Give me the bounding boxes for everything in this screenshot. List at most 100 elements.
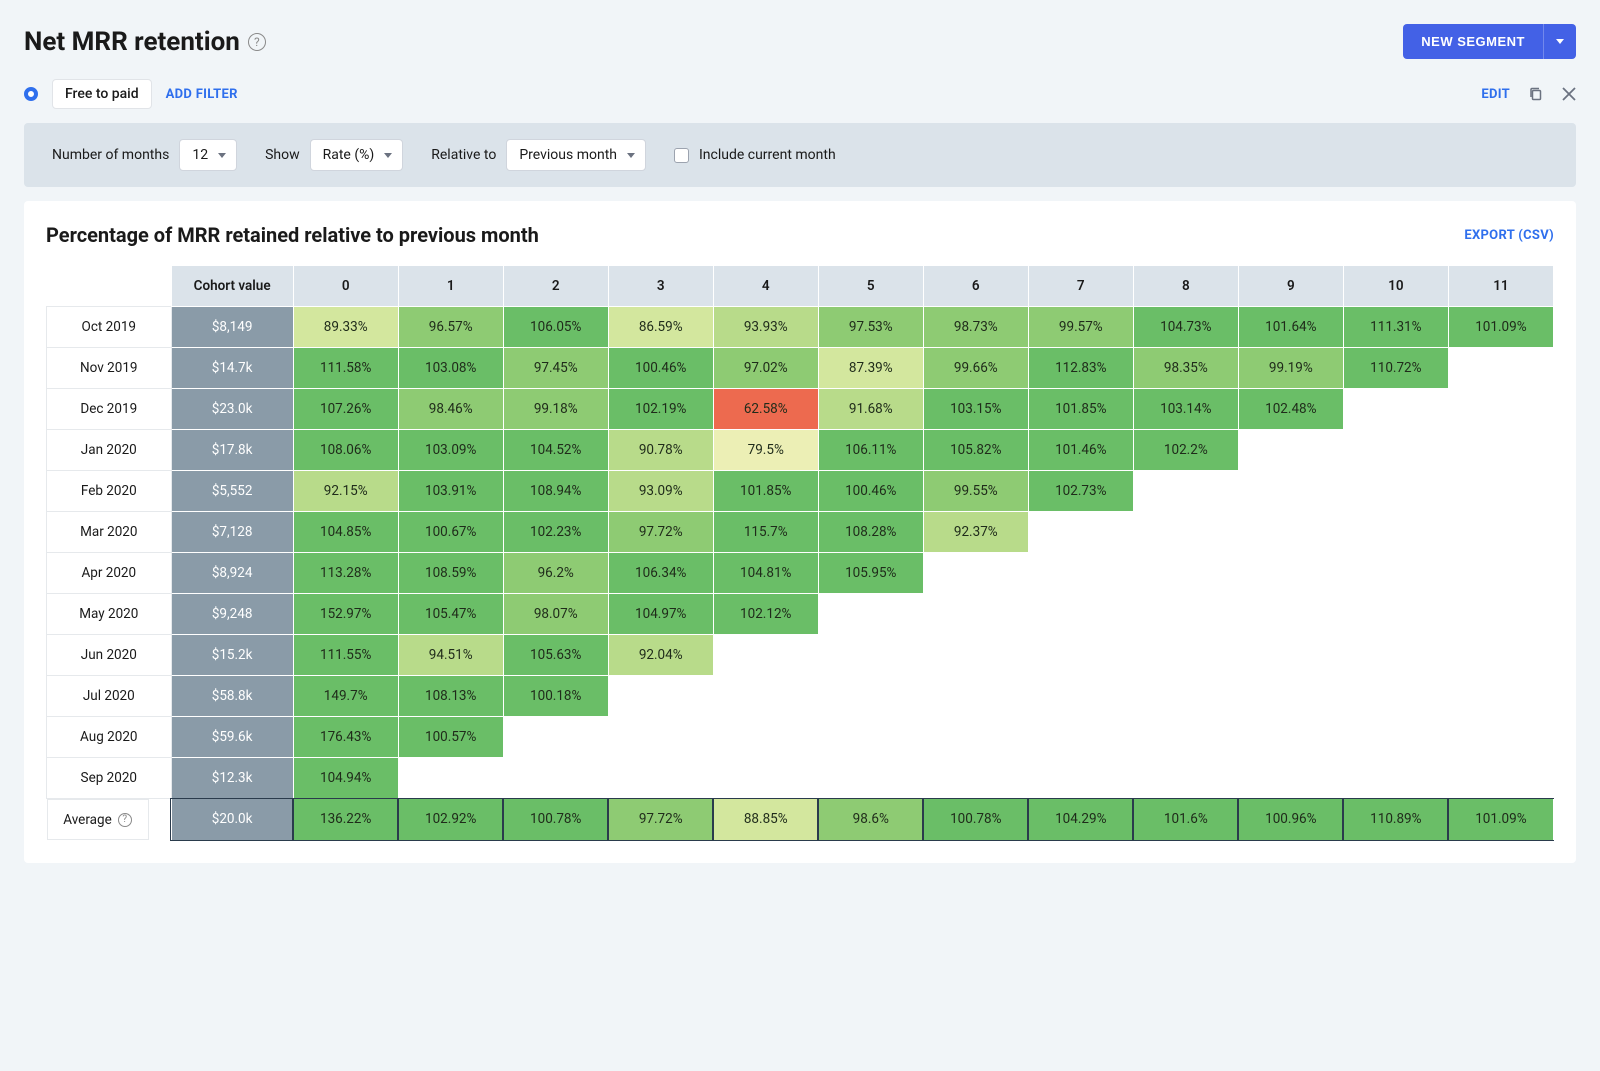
help-icon[interactable]: ? — [248, 33, 266, 51]
months-select[interactable]: 12 — [179, 139, 237, 171]
cohort-value-cell: $58.8k — [171, 676, 293, 717]
retention-cell: 108.28% — [818, 512, 923, 553]
new-segment-button[interactable]: NEW SEGMENT — [1403, 24, 1543, 59]
chevron-down-icon — [384, 153, 392, 158]
new-segment-group: NEW SEGMENT — [1403, 24, 1576, 59]
retention-cell: 99.18% — [503, 389, 608, 430]
retention-cell: 97.45% — [503, 348, 608, 389]
export-csv-link[interactable]: EXPORT (CSV) — [1464, 228, 1554, 243]
table-row: Jun 2020$15.2k111.55%94.51%105.63%92.04% — [47, 635, 1554, 676]
table-row: Feb 2020$5,55292.15%103.91%108.94%93.09%… — [47, 471, 1554, 512]
new-segment-dropdown[interactable] — [1543, 24, 1576, 59]
cohort-month-cell: Jun 2020 — [47, 635, 172, 676]
table-row: Mar 2020$7,128104.85%100.67%102.23%97.72… — [47, 512, 1554, 553]
retention-cell: 105.82% — [923, 430, 1028, 471]
retention-cell: 92.15% — [293, 471, 398, 512]
retention-cell: 102.48% — [1238, 389, 1343, 430]
cohort-month-cell: May 2020 — [47, 594, 172, 635]
close-icon[interactable] — [1562, 87, 1576, 101]
months-label: Number of months — [52, 147, 169, 163]
card-title: Percentage of MRR retained relative to p… — [46, 223, 539, 247]
cohort-value-cell: $59.6k — [171, 717, 293, 758]
retention-cell: 103.15% — [923, 389, 1028, 430]
table-row: Apr 2020$8,924113.28%108.59%96.2%106.34%… — [47, 553, 1554, 594]
retention-cell: 100.78% — [503, 799, 608, 841]
cohort-value-cell: $17.8k — [171, 430, 293, 471]
filter-pill-free-to-paid[interactable]: Free to paid — [52, 79, 152, 109]
cohort-value-cell: $12.3k — [171, 758, 293, 799]
retention-cell: 111.58% — [293, 348, 398, 389]
retention-cell: 100.78% — [923, 799, 1028, 841]
period-header: 6 — [923, 266, 1028, 307]
controls-bar: Number of months 12 Show Rate (%) Relati… — [24, 123, 1576, 187]
cohort-value-cell: $9,248 — [171, 594, 293, 635]
retention-cell: 103.91% — [398, 471, 503, 512]
table-row: May 2020$9,248152.97%105.47%98.07%104.97… — [47, 594, 1554, 635]
chevron-down-icon — [1556, 39, 1564, 44]
relative-label: Relative to — [431, 147, 496, 163]
cohort-month-cell: Aug 2020 — [47, 717, 172, 758]
retention-cell: 115.7% — [713, 512, 818, 553]
retention-cell: 103.08% — [398, 348, 503, 389]
period-header: 0 — [293, 266, 398, 307]
cohort-month-cell: Oct 2019 — [47, 307, 172, 348]
table-row: Sep 2020$12.3k104.94% — [47, 758, 1554, 799]
period-header: 8 — [1133, 266, 1238, 307]
retention-cell: 104.29% — [1028, 799, 1133, 841]
cohort-month-cell: Dec 2019 — [47, 389, 172, 430]
cohort-month-cell: Mar 2020 — [47, 512, 172, 553]
add-filter-link[interactable]: ADD FILTER — [166, 87, 238, 102]
retention-cell: 101.64% — [1238, 307, 1343, 348]
retention-cell: 101.09% — [1448, 799, 1553, 841]
retention-cell: 103.14% — [1133, 389, 1238, 430]
show-label: Show — [265, 147, 300, 163]
edit-link[interactable]: EDIT — [1481, 87, 1510, 102]
retention-cell: 86.59% — [608, 307, 713, 348]
cohort-value-cell: $5,552 — [171, 471, 293, 512]
relative-select[interactable]: Previous month — [506, 139, 646, 171]
cohort-month-cell: Sep 2020 — [47, 758, 172, 799]
retention-cell: 99.66% — [923, 348, 1028, 389]
retention-cell: 108.13% — [398, 676, 503, 717]
retention-cell: 110.72% — [1343, 348, 1448, 389]
help-icon[interactable]: ? — [118, 813, 132, 827]
retention-cell: 101.85% — [713, 471, 818, 512]
show-select[interactable]: Rate (%) — [310, 139, 404, 171]
retention-cell: 100.18% — [503, 676, 608, 717]
page-title-text: Net MRR retention — [24, 27, 240, 57]
retention-cell: 106.05% — [503, 307, 608, 348]
retention-cell: 97.02% — [713, 348, 818, 389]
retention-cell: 87.39% — [818, 348, 923, 389]
cohort-month-cell: Nov 2019 — [47, 348, 172, 389]
retention-cell: 102.73% — [1028, 471, 1133, 512]
retention-cell: 102.2% — [1133, 430, 1238, 471]
retention-cell: 101.6% — [1133, 799, 1238, 841]
include-current-checkbox[interactable] — [674, 148, 689, 163]
retention-cell: 94.51% — [398, 635, 503, 676]
cohort-month-cell: Jul 2020 — [47, 676, 172, 717]
table-row: Jul 2020$58.8k149.7%108.13%100.18% — [47, 676, 1554, 717]
retention-cell: 96.57% — [398, 307, 503, 348]
period-header: 2 — [503, 266, 608, 307]
retention-cell: 113.28% — [293, 553, 398, 594]
period-header: 5 — [818, 266, 923, 307]
retention-cell: 104.73% — [1133, 307, 1238, 348]
retention-cell: 97.72% — [608, 512, 713, 553]
period-header: 11 — [1448, 266, 1553, 307]
chevron-down-icon — [627, 153, 635, 158]
cohort-month-cell: Feb 2020 — [47, 471, 172, 512]
cohort-value-header: Cohort value — [171, 266, 293, 307]
table-row: Dec 2019$23.0k107.26%98.46%99.18%102.19%… — [47, 389, 1554, 430]
retention-cell: 98.6% — [818, 799, 923, 841]
retention-cell: 107.26% — [293, 389, 398, 430]
retention-cell: 100.46% — [608, 348, 713, 389]
retention-cell: 105.95% — [818, 553, 923, 594]
retention-cell: 102.12% — [713, 594, 818, 635]
retention-cell: 176.43% — [293, 717, 398, 758]
retention-cell: 112.83% — [1028, 348, 1133, 389]
retention-cell: 93.93% — [713, 307, 818, 348]
retention-cell: 92.37% — [923, 512, 1028, 553]
retention-cell: 111.31% — [1343, 307, 1448, 348]
copy-icon[interactable] — [1528, 86, 1544, 102]
radio-selected-icon[interactable] — [24, 87, 38, 101]
